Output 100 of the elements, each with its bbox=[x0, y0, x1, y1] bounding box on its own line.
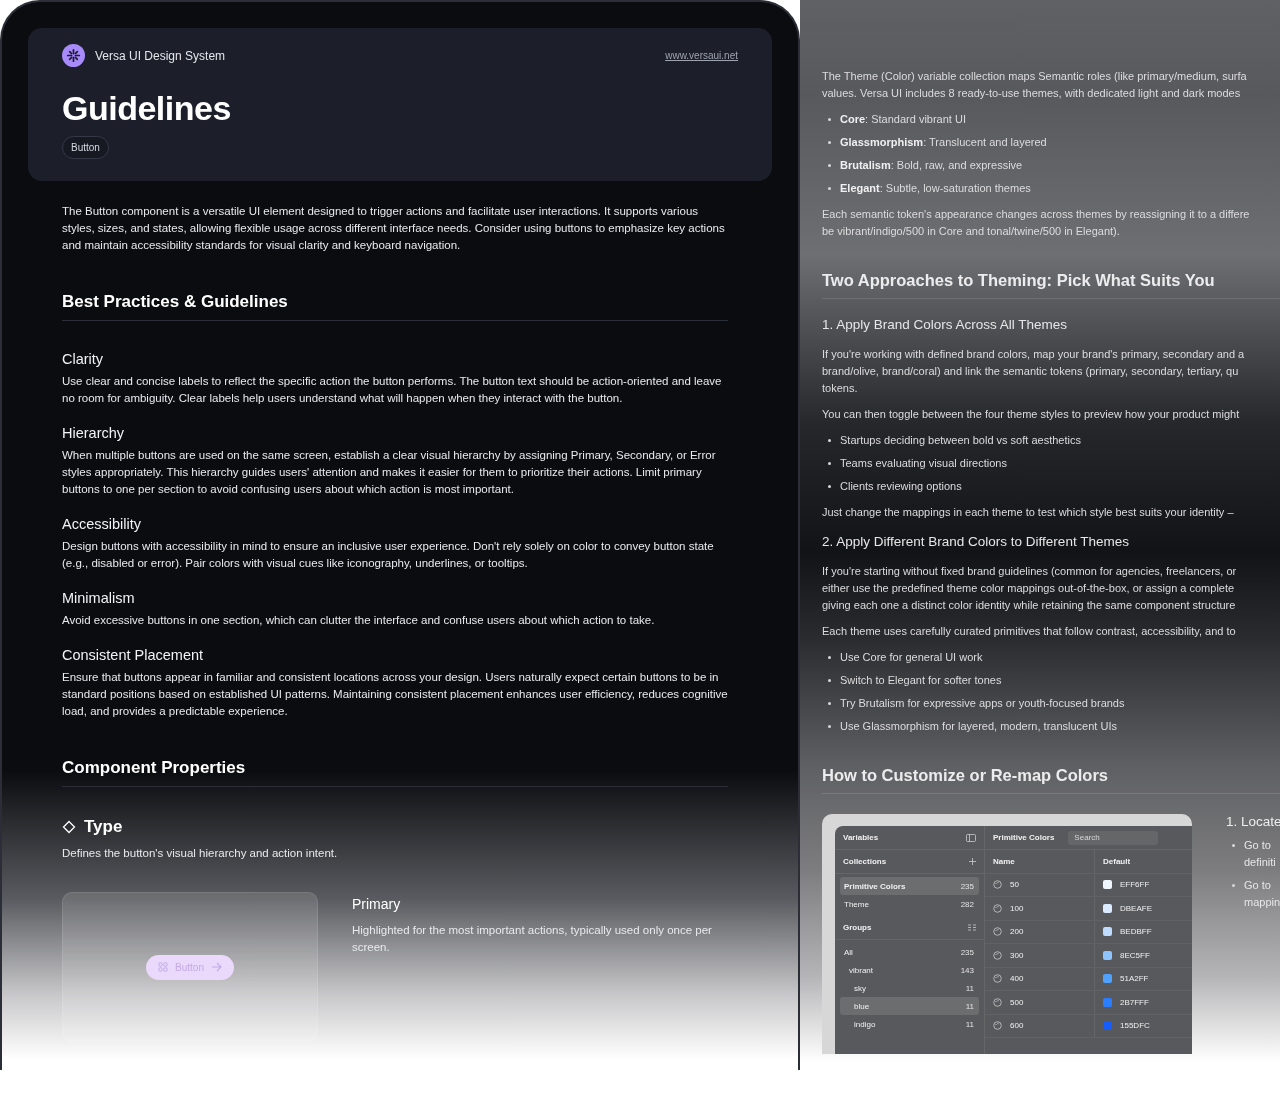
guideline-text: Ensure that buttons appear in familiar and consistent locations across your design. Users naturally expect certain buttons to be in standard positions based on established UI patterns. Maintaining consistent placement enhances user efficiency, reduces cognitive load, and provides a predictable experience. bbox=[62, 670, 728, 719]
bullet-text: Glassmorphism: Translucent and layered bbox=[840, 135, 1047, 150]
page-title: Guidelines bbox=[62, 89, 232, 128]
table-cell: 200 bbox=[1010, 927, 1024, 937]
paragraph-line: The Theme (Color) variable collection maps Semantic roles (like primary/medium, surfa bbox=[822, 69, 1248, 84]
collections-label: Collections bbox=[843, 857, 887, 866]
section-heading: How to Customize or Re-map Colors bbox=[822, 766, 1280, 794]
group-item[interactable]: sky 11 bbox=[840, 979, 979, 997]
paragraph-line: If you're starting without fixed brand guidelines (common for agencies, freelancers, or bbox=[822, 564, 1238, 579]
bullet-text: Use Glassmorphism for layered, modern, translucent UIs bbox=[840, 719, 1117, 734]
guideline-title: Accessibility bbox=[62, 516, 142, 532]
collection-item[interactable]: Theme 282 bbox=[840, 895, 979, 913]
guideline-text: Avoid excessive buttons in one section, which can clutter the interface and confuse users about which action to take. bbox=[62, 613, 656, 628]
bullet-icon bbox=[828, 656, 831, 659]
property-description: Defines the button's visual hierarchy and action intent. bbox=[62, 846, 339, 861]
website-link[interactable]: www.versaui.net bbox=[665, 50, 738, 61]
logo-icon bbox=[62, 44, 85, 67]
paragraph-line: Each semantic token's appearance changes across themes by reassigning it to a differe bbox=[822, 207, 1251, 222]
intro-paragraph: The Button component is a versatile UI element designed to trigger actions and facilitate user interactions. It supports various styles, sizes, and states, allowing flexible usage across different interface needs. Consider using buttons to emphasize key actions and maintain accessibility standards for visual clarity and keyboard navigation. bbox=[62, 204, 726, 253]
paragraph-line: tokens. bbox=[822, 381, 859, 396]
table-cell: 300 bbox=[1010, 950, 1024, 960]
palette-icon bbox=[993, 1021, 1002, 1031]
table-cell: 8EC5FF bbox=[1120, 950, 1150, 960]
guideline-text: When multiple buttons are used on the same screen, establish a clear visual hierarchy by assigning Primary, Secondary, or Error styles appropriately. This hierarchy guides users' attention and makes it easier for them to prioritize their actions. Limit primary buttons to one per section to avoid confusing users about which action is most important. bbox=[62, 448, 717, 497]
palette-icon bbox=[993, 880, 1002, 890]
section-heading: Best Practices & Guidelines bbox=[62, 292, 728, 321]
paragraph-line: Just change the mappings in each theme to test which style best suits your identity – bbox=[822, 505, 1235, 520]
bullet-text: Core: Standard vibrant UI bbox=[840, 112, 966, 127]
bullet-icon bbox=[828, 141, 831, 144]
table-cell: 500 bbox=[1010, 997, 1024, 1007]
group-item[interactable]: indigo 11 bbox=[840, 1015, 979, 1033]
bullet-icon bbox=[828, 439, 831, 442]
variant-description: Highlighted for the most important actions, typically used only once per screen. bbox=[352, 923, 713, 955]
table-cell: BEDBFF bbox=[1120, 927, 1152, 937]
grid-icon bbox=[158, 962, 169, 972]
guideline-title: Minimalism bbox=[62, 590, 136, 606]
subsection-heading: 1. Apply Brand Colors Across All Themes bbox=[822, 317, 1069, 332]
section-heading: Two Approaches to Theming: Pick What Suits You bbox=[822, 271, 1280, 299]
group-item[interactable]: vibrant 143 bbox=[840, 961, 979, 979]
groups-label: Groups bbox=[843, 923, 872, 932]
collection-item[interactable]: Primitive Colors 235 bbox=[840, 877, 979, 895]
group-item[interactable]: All 235 bbox=[840, 943, 979, 961]
paragraph-line: Each theme uses carefully curated primitives that follow contrast, accessibility, and to bbox=[822, 624, 1237, 639]
bullet-icon bbox=[828, 725, 831, 728]
table-cell: 155DFC bbox=[1120, 1021, 1150, 1031]
bullet-text: Use Core for general UI work bbox=[840, 650, 983, 665]
bullet-icon bbox=[828, 679, 831, 682]
bullet-text: Switch to Elegant for softer tones bbox=[840, 673, 1002, 688]
sidebar-toggle-icon[interactable] bbox=[966, 833, 976, 842]
palette-icon bbox=[993, 927, 1002, 937]
panel-title: Variables bbox=[843, 833, 879, 842]
bullet-icon bbox=[1232, 884, 1235, 887]
group-item[interactable]: blue 11 bbox=[840, 997, 979, 1015]
subsection-heading: 2. Apply Different Brand Colors to Different Themes bbox=[822, 534, 1130, 549]
guideline-title: Hierarchy bbox=[62, 425, 126, 441]
bullet-text: Go to mappin bbox=[1244, 878, 1280, 910]
guideline-text: Design buttons with accessibility in mind to ensure an inclusive user experience. Don't rely solely on color to convey button state (e.g., disabled or error). Pair colors with visual cues like iconography, underlines, or tooltips. bbox=[62, 539, 715, 571]
brand-name: Versa UI Design System bbox=[95, 48, 227, 63]
paragraph-line: be vibrant/indigo/500 in Core and tonal/twine/500 in Elegant). bbox=[822, 224, 1121, 239]
table-cell: DBEAFE bbox=[1120, 903, 1152, 913]
bullet-text: Startups deciding between bold vs soft aesthetics bbox=[840, 433, 1081, 448]
paragraph-line: values. Versa UI includes 8 ready-to-use themes, with dedicated light and dark modes bbox=[822, 86, 1242, 101]
section-heading: Component Properties bbox=[62, 758, 728, 787]
bullet-icon bbox=[828, 187, 831, 190]
bullet-icon bbox=[828, 702, 831, 705]
bullet-icon bbox=[1232, 844, 1235, 847]
table-title: Primitive Colors bbox=[993, 833, 1055, 842]
bullet-text: Teams evaluating visual directions bbox=[840, 456, 1007, 471]
bullet-icon bbox=[828, 462, 831, 465]
guideline-title: Consistent Placement bbox=[62, 647, 205, 663]
component-tag: Button bbox=[62, 136, 109, 159]
paragraph-line: You can then toggle between the four theme styles to preview how your product might bbox=[822, 407, 1241, 422]
palette-icon bbox=[993, 903, 1002, 913]
bullet-text: Go to definiti bbox=[1244, 838, 1276, 870]
guideline-text: Use clear and concise labels to reflect the specific action the button performs. The button text should be action-oriented and leave no room for ambiguity. Clear labels help users understand what will happen when they interact with the button. bbox=[62, 374, 723, 406]
table-cell: EFF6FF bbox=[1120, 880, 1150, 890]
column-header: Name bbox=[993, 856, 1015, 866]
table-cell: 600 bbox=[1010, 1021, 1024, 1031]
paragraph-line: either use the predefined theme color mappings out-of-the-box, or assign a complete bbox=[822, 581, 1236, 596]
table-cell: 50 bbox=[1010, 880, 1019, 890]
table-cell: 51A2FF bbox=[1120, 974, 1149, 984]
list-icon[interactable] bbox=[968, 924, 976, 931]
add-icon[interactable] bbox=[969, 858, 976, 865]
column-header: Default bbox=[1103, 856, 1131, 866]
bullet-text: Try Brutalism for expressive apps or youth-focused brands bbox=[840, 696, 1125, 711]
property-title: Type bbox=[84, 817, 123, 837]
palette-icon bbox=[993, 950, 1002, 960]
variant-title: Primary bbox=[352, 896, 402, 912]
diamond-icon bbox=[62, 820, 76, 834]
bullet-icon bbox=[828, 164, 831, 167]
table-cell: 400 bbox=[1010, 974, 1024, 984]
paragraph-line: brand/olive, brand/coral) and link the semantic tokens (primary, secondary, tertiary, qu bbox=[822, 364, 1240, 379]
palette-icon bbox=[993, 997, 1002, 1007]
bullet-text: Brutalism: Bold, raw, and expressive bbox=[840, 158, 1023, 173]
bullet-icon bbox=[828, 485, 831, 488]
table-cell: 100 bbox=[1010, 903, 1024, 913]
paragraph-line: giving each one a distinct color identity while retaining the same component structure bbox=[822, 598, 1237, 613]
bullet-icon bbox=[828, 118, 831, 121]
arrow-right-icon bbox=[210, 962, 222, 972]
table-cell: 2B7FFF bbox=[1120, 997, 1149, 1007]
